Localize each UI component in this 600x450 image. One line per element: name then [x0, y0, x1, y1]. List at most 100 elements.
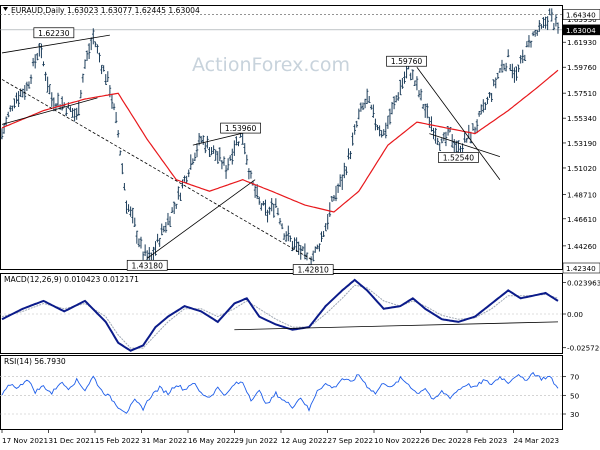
ohlc-bar [291, 240, 294, 252]
ohlc-bar [428, 116, 431, 128]
ohlc-bar [224, 165, 228, 179]
ohlc-bar [421, 104, 425, 109]
ohlc-bar [268, 206, 271, 215]
ohlc-bar [372, 104, 375, 118]
ohlc-bar [388, 108, 392, 125]
ohlc-bar [81, 73, 85, 83]
ohlc-bar [170, 207, 174, 213]
rsi-series [1, 371, 559, 414]
x-tick-label: 31 Mar 2022 [142, 436, 188, 445]
ohlc-bar [425, 103, 429, 119]
ohlc-bar [328, 202, 332, 217]
ohlc-bar [139, 236, 143, 249]
price-annotation: 1.43180 [126, 259, 168, 271]
ohlc-bar [295, 237, 298, 253]
ohlc-bar [415, 76, 419, 91]
ohlc-bar [548, 8, 552, 16]
ohlc-bar [446, 126, 450, 136]
ohlc-bar [257, 196, 261, 205]
ohlc-bar [204, 142, 207, 154]
ohlc-bar [401, 77, 404, 89]
ohlc-bar [411, 69, 415, 80]
x-tick-label: 24 Mar 2023 [514, 436, 560, 445]
trendline-3 [146, 179, 256, 259]
x-tick-label: 10 Nov 2022 [374, 436, 420, 445]
moving-average-series [1, 69, 559, 213]
y-tick-label: 0.00 [567, 310, 583, 319]
ohlc-bar [380, 130, 383, 138]
ohlc-bar [195, 143, 199, 158]
ohlc-bar [46, 76, 49, 93]
ohlc-bar [542, 17, 545, 29]
y-tick-label: 0.023963 [567, 279, 600, 288]
ohlc-bar [60, 96, 64, 111]
ohlc-bar [233, 140, 236, 156]
y-tick-label: 30 [570, 410, 580, 419]
ohlc-bar [27, 81, 31, 89]
ohlc-bar [442, 132, 446, 142]
x-tick-label: 16 May 2022 [188, 436, 235, 445]
ohlc-bar [143, 244, 147, 257]
ohlc-bar [177, 186, 180, 200]
ohlc-bar [297, 241, 300, 255]
macd-line [1, 278, 559, 352]
ohlc-bar [355, 120, 359, 128]
y-tick-label: -0.025726 [567, 344, 600, 353]
ohlc-bar [357, 108, 361, 120]
ohlc-bar [179, 192, 182, 201]
x-axis: 17 Nov 2021 31 Dec 2021 15 Feb 2022 31 Mar … [1, 429, 560, 445]
x-tick-label: 12 Aug 2022 [281, 436, 327, 445]
ohlc-bar [25, 81, 29, 91]
ohlc-bar [137, 238, 141, 248]
rsi-y-axis: 70 50 30 [562, 373, 580, 419]
ohlc-bar [189, 154, 193, 170]
ohlc-bar [164, 222, 168, 233]
ohlc-bar [336, 183, 340, 193]
ohlc-bar [272, 203, 276, 218]
ohlc-bar [83, 59, 87, 69]
ohlc-bar [513, 67, 516, 83]
ohlc-bar [403, 71, 406, 84]
ohlc-bar [278, 217, 282, 225]
ohlc-bar [129, 206, 132, 217]
rsi-panel-frame [0, 355, 563, 430]
price-annotation: 1.42810 [292, 264, 334, 275]
ohlc-bar [35, 52, 39, 61]
ohlc-bar [87, 43, 91, 59]
ohlc-bar [102, 65, 105, 72]
ohlc-bar [345, 166, 348, 176]
ohlc-bar [332, 194, 336, 201]
ohlc-bar [48, 84, 52, 95]
ohlc-bar [286, 225, 290, 242]
ohlc-bar [479, 104, 483, 115]
ohlc-bar [183, 175, 186, 182]
ohlc-bar [282, 233, 286, 240]
ohlc-bar [201, 135, 205, 145]
ohlc-bar [79, 89, 83, 99]
annotation-label: 1.52540 [443, 153, 475, 162]
ohlc-bar [228, 155, 232, 161]
ohlc-bar [191, 158, 195, 165]
ohlc-bar [546, 16, 549, 31]
ohlc-bar [98, 52, 101, 63]
ohlc-bar [340, 174, 344, 190]
ohlc-bar [399, 79, 402, 96]
trendline-2 [1, 79, 314, 261]
ohlc-bar [508, 64, 512, 71]
annotation-label: 1.53960 [225, 124, 257, 133]
ohlc-bar [69, 106, 72, 112]
ohlc-bar [218, 147, 222, 162]
ohlc-bar [266, 209, 269, 223]
ohlc-bar [85, 50, 89, 61]
x-tick-label: 31 Dec 2021 [49, 436, 95, 445]
ohlc-bar [484, 102, 487, 110]
ohlc-bar [440, 138, 444, 144]
ohlc-bar [38, 43, 41, 57]
price-annotation: 1.53960 [220, 122, 261, 134]
ohlc-bar [89, 37, 93, 51]
ohlc-bar [448, 126, 452, 133]
macd-y-axis: 0.023963 0.00 -0.025726 [562, 279, 600, 353]
y-tick-label: 70 [570, 373, 580, 382]
price-ohlc-series [0, 8, 560, 270]
ohlc-bar [133, 217, 137, 228]
